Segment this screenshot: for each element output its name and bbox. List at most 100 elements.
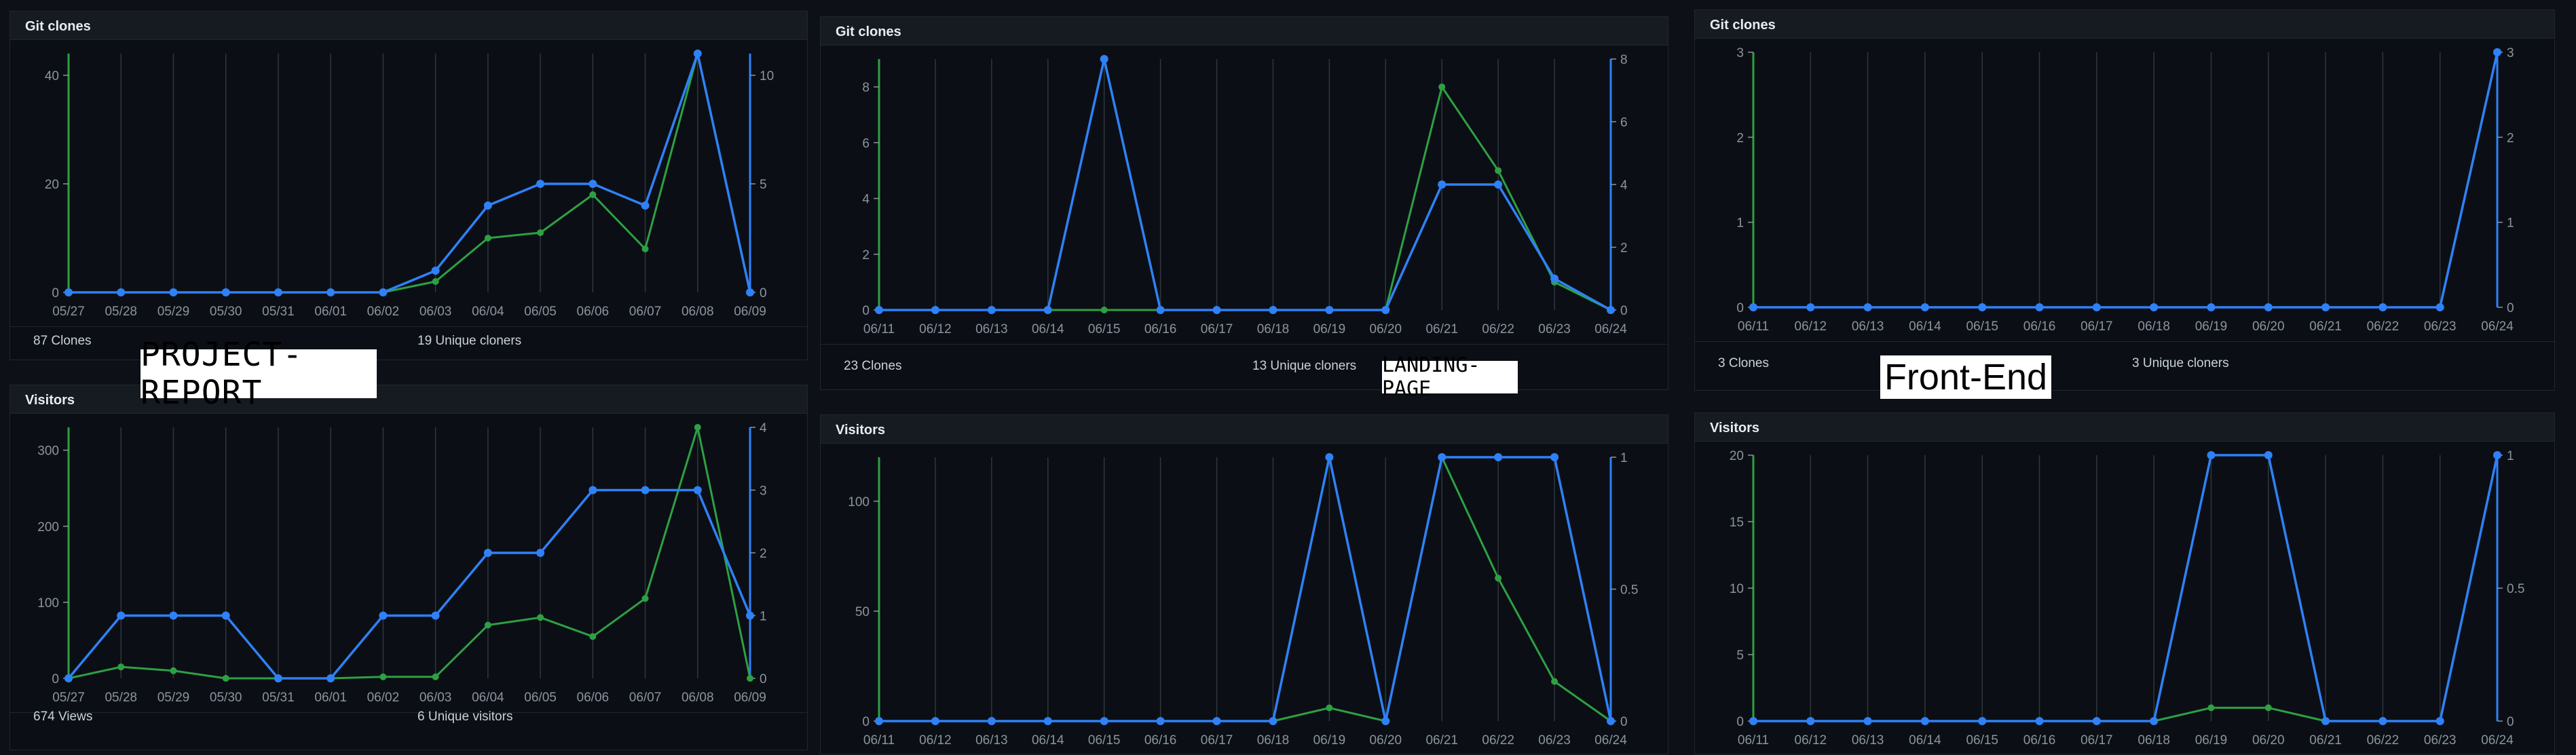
x-tick-label: 06/05: [524, 305, 557, 319]
panel-title: Visitors: [25, 393, 75, 408]
unique-series-point: [693, 50, 702, 58]
right-tick-label: 0: [1620, 304, 1628, 318]
x-tick-label: 05/31: [262, 691, 295, 705]
x-tick-label: 06/11: [1738, 733, 1769, 748]
unique-series-point: [1156, 306, 1165, 314]
left-tick-label: 4: [862, 193, 870, 207]
left-tick-label: 1: [1736, 216, 1744, 231]
x-tick-label: 06/16: [1144, 322, 1177, 336]
unique-series-point: [1550, 274, 1559, 283]
unique-series-point: [987, 306, 996, 314]
clones-panel-project-report: Git clones 0 20 40 0 5 10 05/27 05/28 05/29 05/30…: [10, 11, 808, 360]
unique-series-point: [589, 180, 597, 188]
left-tick-label: 6: [862, 136, 870, 151]
x-tick-label: 06/12: [1795, 320, 1827, 334]
x-tick-label: 05/28: [105, 691, 137, 705]
left-tick-label: 0: [52, 286, 59, 301]
unique-series-point: [1494, 180, 1503, 189]
total-series-point: [1551, 678, 1558, 685]
panel-header: Git clones: [821, 17, 1668, 45]
unique-series-point: [1325, 306, 1334, 314]
total-series-point: [1495, 575, 1502, 582]
right-tick-label: 1: [2507, 449, 2514, 463]
panel-title: Git clones: [25, 19, 91, 34]
left-tick-label: 5: [1736, 648, 1744, 663]
x-tick-label: 05/29: [157, 691, 190, 705]
unique-series-point: [1269, 717, 1277, 725]
total-series-point: [1326, 704, 1333, 712]
x-tick-label: 06/17: [2080, 320, 2113, 334]
right-tick-label: 0: [760, 286, 767, 301]
x-tick-label: 06/11: [863, 733, 895, 748]
unique-series-point: [2378, 717, 2387, 725]
total-series-point: [694, 424, 701, 431]
unique-series-point: [1978, 303, 1987, 311]
unique-series-point: [64, 288, 73, 296]
x-tick-label: 06/21: [1425, 733, 1458, 748]
visitors-panel-project-report: Visitors 0 100 200 300 0 1 2 3 4 05/27 05/28 05/29 0…: [10, 385, 808, 750]
x-tick-label: 06/22: [1482, 733, 1514, 748]
left-tick-label: 40: [45, 69, 59, 83]
unique-series-point: [641, 486, 650, 495]
unique-series-point: [931, 717, 939, 725]
total-series-point: [747, 675, 753, 682]
x-tick-label: 06/21: [1425, 322, 1458, 336]
right-tick-label: 2: [2507, 131, 2514, 145]
clones-panel-landing-page: Git clones 0 2 4 6 8 0 2 4 6 8 06/11 06/12 06/13 06/1…: [820, 16, 1668, 390]
total-clones-count: 23 Clones: [844, 359, 902, 373]
x-tick-label: 06/13: [975, 322, 1008, 336]
x-tick-label: 05/30: [210, 691, 242, 705]
right-tick-label: 3: [2507, 46, 2514, 60]
total-series-point: [1438, 83, 1446, 91]
left-tick-label: 20: [1730, 449, 1744, 463]
unique-series-point: [875, 717, 883, 725]
x-tick-label: 06/13: [975, 733, 1008, 748]
unique-series-point: [1920, 717, 1929, 725]
repo-label-project-report: PROJECT-REPORT: [141, 336, 377, 412]
unique-series-point: [1607, 717, 1615, 725]
unique-series-point: [379, 611, 388, 620]
total-series-point: [222, 675, 229, 682]
unique-series-point: [117, 611, 126, 620]
x-tick-label: 06/11: [863, 322, 895, 336]
x-tick-label: 06/19: [2195, 320, 2228, 334]
x-tick-label: 06/24: [2481, 733, 2514, 748]
left-tick-label: 10: [1730, 582, 1744, 596]
total-series-point: [484, 621, 491, 629]
left-tick-label: 3: [1736, 46, 1744, 60]
unique-series-point: [169, 288, 178, 296]
total-clones-count: 87 Clones: [33, 334, 92, 348]
x-tick-label: 06/15: [1966, 733, 1998, 748]
left-tick-label: 20: [45, 178, 59, 192]
unique-cloners-count: 19 Unique cloners: [417, 334, 522, 348]
total-clones-count: 3 Clones: [1718, 356, 1769, 370]
unique-series-point: [1438, 180, 1446, 189]
left-tick-label: 300: [37, 444, 59, 459]
x-tick-label: 06/22: [2367, 320, 2400, 334]
unique-series-point: [746, 611, 754, 620]
repo-label-landing-page: LANDING-PAGE: [1382, 353, 1518, 401]
unique-series-point: [1381, 717, 1390, 725]
x-tick-label: 06/19: [1313, 733, 1346, 748]
unique-series-point: [1863, 303, 1872, 311]
right-tick-label: 0.5: [2507, 582, 2524, 596]
x-tick-label: 06/20: [2252, 320, 2285, 334]
unique-series-point: [2207, 303, 2216, 311]
unique-series-point: [1100, 717, 1108, 725]
unique-series-point: [2493, 48, 2501, 56]
clones-panel-front-end: Git clones 0 1 2 3 0 1 2 3 06/11 06/12 06/13 06/14 0…: [1694, 9, 2555, 391]
x-tick-label: 06/01: [314, 691, 347, 705]
unique-series-point: [2264, 451, 2273, 459]
x-tick-label: 06/18: [2138, 733, 2170, 748]
x-tick-label: 06/08: [682, 691, 714, 705]
unique-series-point: [2150, 717, 2159, 725]
unique-series-point: [2493, 451, 2501, 459]
total-series-line: [69, 52, 751, 294]
unique-series-point: [326, 674, 335, 682]
right-tick-label: 1: [1620, 451, 1628, 465]
clones-chart: 0 1 2 3 0 1 2 3 06/11 06/12 06/13 06/14 06/15 06/16 06…: [1695, 39, 2556, 341]
x-tick-label: 06/15: [1088, 733, 1121, 748]
unique-series-point: [536, 549, 545, 557]
x-tick-label: 06/20: [1370, 322, 1402, 336]
total-series-point: [2207, 704, 2215, 712]
